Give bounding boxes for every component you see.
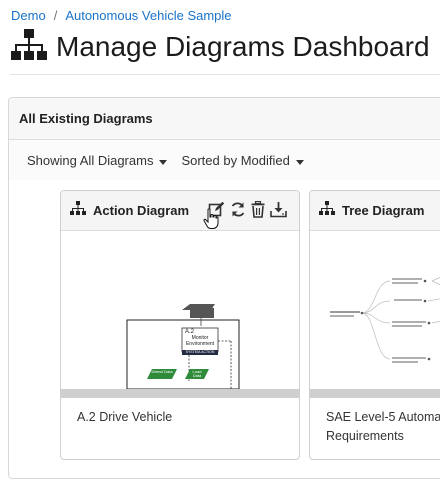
- sitemap-icon: [319, 200, 335, 221]
- card-caption-line2: Requirements: [326, 429, 404, 443]
- caret-down-icon: [295, 153, 304, 168]
- page-title: Manage Diagrams Dashboard: [10, 25, 430, 68]
- breadcrumb-separator: /: [53, 8, 58, 23]
- thumb-action-line2: Environment: [185, 341, 215, 347]
- card-header: Tree Diagram: [310, 191, 440, 231]
- filter-dropdown[interactable]: Showing All Diagrams: [27, 152, 168, 168]
- sort-label: Sorted by Modified: [181, 152, 290, 168]
- sitemap-icon: [10, 25, 48, 68]
- thumb-pill-left: Detect Data: [151, 369, 173, 374]
- diagram-card-tree[interactable]: Tree Diagram SAE Level-5 Automa Requirem…: [309, 190, 440, 460]
- card-header: Action Diagram: [61, 191, 299, 231]
- hand-pointer-cursor-icon: [203, 208, 219, 235]
- card-body: SAE Level-5 Automa Requirements: [310, 398, 440, 456]
- title-divider: [10, 74, 440, 75]
- sitemap-icon: [70, 200, 86, 221]
- breadcrumb-autonomous-vehicle-sample[interactable]: Autonomous Vehicle Sample: [65, 8, 231, 23]
- cards-area: Action Diagram A.2 Monitor Environment S…: [9, 180, 440, 478]
- panel-toolbar: Showing All Diagrams Sorted by Modified: [9, 140, 440, 181]
- card-body: A.2 Drive Vehicle: [61, 398, 299, 437]
- card-actions: [208, 200, 287, 223]
- page-title-text: Manage Diagrams Dashboard: [56, 30, 430, 62]
- filter-label: Showing All Diagrams: [27, 152, 154, 168]
- download-icon[interactable]: [270, 201, 287, 223]
- caret-down-icon: [159, 153, 168, 168]
- sort-dropdown[interactable]: Sorted by Modified: [181, 152, 304, 168]
- card-title: Action Diagram: [93, 203, 190, 218]
- panel-title: All Existing Diagrams: [19, 111, 153, 126]
- card-caption-line1: SAE Level-5 Automa: [326, 410, 440, 424]
- diagram-thumbnail[interactable]: A.2 Monitor Environment SYSTEM-ACTION De…: [61, 231, 299, 398]
- diagrams-panel: All Existing Diagrams Showing All Diagra…: [8, 97, 440, 479]
- thumb-pill-right: Load Data: [192, 369, 202, 378]
- card-title: Tree Diagram: [342, 203, 425, 218]
- card-caption: A.2 Drive Vehicle: [77, 410, 173, 424]
- panel-header: All Existing Diagrams: [9, 98, 440, 140]
- breadcrumb-demo[interactable]: Demo: [11, 8, 46, 23]
- diagram-thumbnail[interactable]: [310, 231, 440, 398]
- thumb-action-footer: SYSTEM-ACTION: [185, 350, 215, 354]
- diagram-card-action[interactable]: Action Diagram A.2 Monitor Environment S…: [60, 190, 300, 460]
- refresh-icon[interactable]: [230, 201, 246, 223]
- breadcrumb: Demo / Autonomous Vehicle Sample: [11, 8, 232, 23]
- trash-icon[interactable]: [251, 200, 265, 223]
